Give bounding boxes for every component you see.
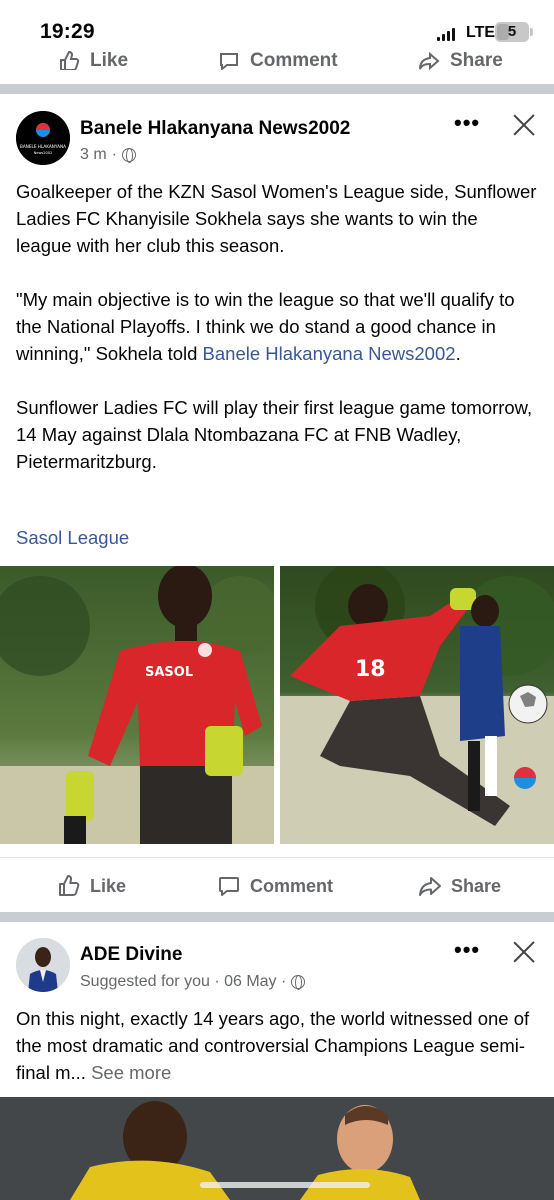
post-photo[interactable] (0, 1097, 554, 1200)
like-icon (60, 50, 80, 70)
status-time: 19:29 (40, 20, 95, 43)
comment-icon (220, 53, 238, 70)
hashtag-link[interactable]: Sasol League (16, 527, 129, 549)
like-button[interactable]: Like (57, 874, 126, 898)
close-icon[interactable] (512, 113, 536, 137)
post-action-bar: Like Comment Share (0, 857, 554, 913)
globe-icon (122, 148, 136, 163)
svg-text:News2002: News2002 (34, 151, 53, 155)
close-icon[interactable] (512, 940, 536, 964)
football-players-photo (0, 1097, 554, 1200)
post-author[interactable]: Banele Hlakanyana News2002 (80, 118, 350, 140)
match-action-photo: 18 (280, 566, 554, 844)
post-meta: 3 m · (80, 146, 136, 164)
previous-post-actions: Like Comment Share (0, 46, 554, 70)
meta-separator: · (111, 146, 117, 163)
like-icon (59, 875, 80, 896)
mention-link[interactable]: Banele Hlakanyana News2002 (203, 343, 456, 364)
battery-tip (530, 28, 533, 36)
post-paragraph: Sunflower Ladies FC will play their firs… (16, 397, 533, 472)
post-meta: Suggested for you · 06 May · (80, 973, 306, 991)
news-logo-icon: BANELE HLAKANYANA News2002 (16, 111, 70, 165)
post-photo-right[interactable]: 18 (280, 566, 554, 844)
post-author[interactable]: ADE Divine (80, 944, 182, 966)
comment-icon (219, 877, 239, 896)
comment-button[interactable]: Comment (217, 874, 333, 898)
globe-icon (291, 975, 306, 990)
svg-text:BANELE HLAKANYANA: BANELE HLAKANYANA (20, 144, 66, 149)
post-body: Goalkeeper of the KZN Sasol Women's Leag… (16, 178, 538, 502)
suggested-meta: Suggested for you · 06 May · (80, 973, 287, 990)
prev-share-button[interactable]: Share (418, 50, 503, 70)
battery-icon: 5 (495, 22, 529, 42)
feed-divider (0, 84, 554, 94)
prev-comment-button[interactable]: Comment (218, 50, 338, 70)
signal-icon (437, 27, 455, 41)
share-button[interactable]: Share (418, 874, 501, 898)
goalkeeper-photo: SASOL (0, 566, 274, 844)
post-photo-left[interactable]: SASOL (0, 566, 274, 844)
feed-divider (0, 912, 554, 922)
share-icon (419, 877, 441, 896)
network-type: LTE (466, 24, 496, 41)
see-more-link[interactable]: See more (91, 1062, 171, 1083)
post-body: On this night, exactly 14 years ago, the… (16, 1005, 538, 1086)
share-icon (419, 51, 440, 70)
prev-like-button[interactable]: Like (58, 50, 128, 70)
profile-photo (16, 938, 70, 992)
svg-text:18: 18 (355, 657, 386, 682)
comment-label: Comment (250, 875, 334, 896)
more-options-icon[interactable]: ••• (454, 110, 480, 136)
like-label: Like (90, 875, 127, 896)
post-paragraph: Goalkeeper of the KZN Sasol Women's Leag… (16, 181, 537, 256)
svg-text:SASOL: SASOL (145, 665, 193, 680)
more-options-icon[interactable]: ••• (454, 937, 480, 963)
share-label: Share (451, 875, 502, 896)
battery-level: 5 (507, 23, 517, 40)
post-paragraph: "My main objective is to win the league … (16, 289, 515, 364)
page-avatar[interactable]: BANELE HLAKANYANA News2002 (16, 111, 70, 165)
user-avatar[interactable] (16, 938, 70, 992)
post-time: 3 m (80, 146, 107, 163)
